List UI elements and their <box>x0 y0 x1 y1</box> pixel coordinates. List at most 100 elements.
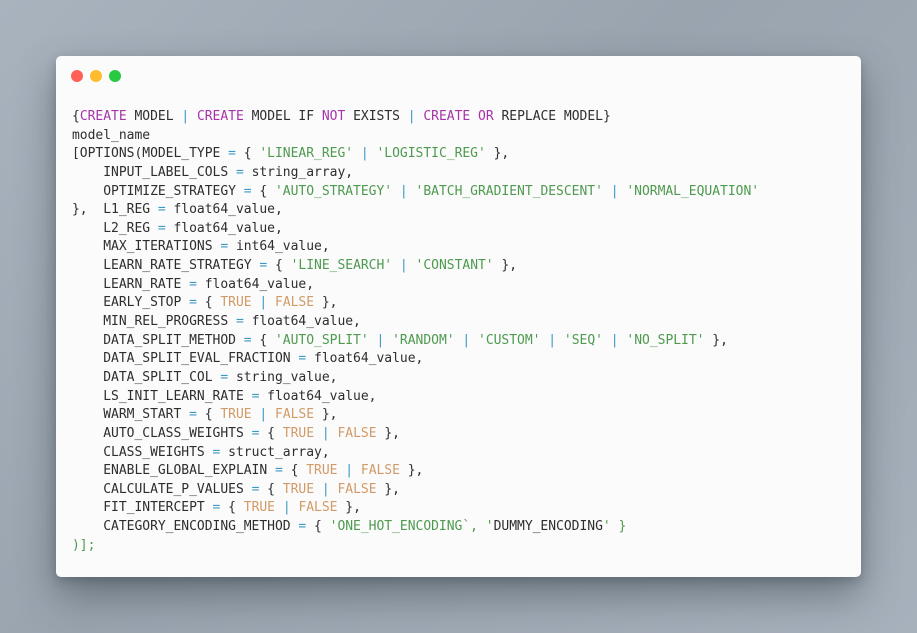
plain-token: CLASS_WEIGHTS <box>72 444 213 460</box>
operator-token: = <box>228 146 236 162</box>
plain-token: CALCULATE_P_VALUES <box>72 481 252 497</box>
code-line: [OPTIONS(MODEL_TYPE = { 'LINEAR_REG' | '… <box>72 145 759 164</box>
boolean-token: TRUE <box>220 295 252 311</box>
operator-token: = <box>220 369 229 385</box>
plain-token: }, <box>314 295 338 311</box>
operator-token: = <box>274 463 283 479</box>
window-controls <box>71 70 121 82</box>
maximize-button[interactable] <box>109 70 121 82</box>
plain-token: REPLACE MODEL} <box>493 109 611 124</box>
plain-token: WARM_START <box>72 407 190 423</box>
plain-token: { <box>282 463 307 479</box>
plain-token: }, <box>493 258 518 274</box>
code-line: ENABLE_GLOBAL_EXPLAIN = { TRUE | FALSE }… <box>72 462 759 481</box>
operator-token: = <box>243 183 252 199</box>
plain-token: float64_value, <box>243 314 361 330</box>
operator-token: | <box>282 500 291 516</box>
operator-token: = <box>243 332 252 348</box>
boolean-token: TRUE <box>243 500 275 516</box>
plain-token: string_value, <box>228 369 338 385</box>
operator-token: = <box>157 220 166 236</box>
plain-token: float64_value, <box>306 351 424 367</box>
code-line: FIT_INTERCEPT = { TRUE | FALSE }, <box>72 499 759 518</box>
code-line: INPUT_LABEL_COLS = string_array, <box>72 164 759 183</box>
plain-token: { <box>220 500 244 516</box>
operator-token: | <box>610 183 619 199</box>
plain-token: struct_array, <box>220 444 330 460</box>
plain-token: float64_value, <box>196 276 315 292</box>
code-line: AUTO_CLASS_WEIGHTS = { TRUE | FALSE }, <box>72 425 759 444</box>
plain-token: string_array, <box>243 164 354 180</box>
string-token: 'CUSTOM' <box>478 332 541 348</box>
string-token: 'BATCH_GRADIENT_DESCENT' <box>415 183 603 199</box>
boolean-token: TRUE <box>282 425 315 441</box>
plain-token: CATEGORY_ENCODING_METHOD <box>72 519 299 535</box>
keyword-token: OR <box>478 109 494 124</box>
string-token: 'RANDOM' <box>392 332 455 348</box>
operator-token: | <box>399 258 408 274</box>
code-line: CLASS_WEIGHTS = struct_array, <box>72 444 759 463</box>
operator-token: | <box>321 481 330 497</box>
string-token: 'AUTO_STRATEGY' <box>274 183 393 199</box>
plain-token: model_name <box>72 127 151 143</box>
plain-token: }, <box>399 463 424 479</box>
string-token: 'LINE_SEARCH' <box>290 258 393 274</box>
plain-token: MODEL IF <box>243 109 322 124</box>
plain-token: AUTO_CLASS_WEIGHTS <box>72 425 252 441</box>
boolean-token: FALSE <box>275 295 315 311</box>
plain-token: }, <box>704 332 728 348</box>
boolean-token: FALSE <box>337 425 377 441</box>
keyword-token: CREATE <box>79 109 127 124</box>
plain-token: { <box>306 519 330 535</box>
string-token: 'NORMAL_EQUATION' <box>626 183 760 199</box>
close-button[interactable] <box>71 70 83 82</box>
boolean-token: FALSE <box>360 463 400 479</box>
operator-token: | <box>345 463 354 479</box>
keyword-token: CREATE <box>196 109 244 124</box>
code-line: model_name <box>72 127 759 146</box>
plain-token: ENABLE_GLOBAL_EXPLAIN <box>72 463 275 479</box>
code-line: LS_INIT_LEARN_RATE = float64_value, <box>72 388 759 407</box>
code-line: MAX_ITERATIONS = int64_value, <box>72 238 759 257</box>
code-line: L2_REG = float64_value, <box>72 220 759 239</box>
code-line: {CREATE MODEL | CREATE MODEL IF NOT EXIS… <box>72 108 759 127</box>
keyword-token: NOT <box>321 109 346 124</box>
plain-token: }, <box>314 407 338 423</box>
plain-token: EXISTS <box>345 109 408 124</box>
operator-token: = <box>189 276 197 292</box>
string-token: ' } <box>602 519 627 535</box>
boolean-token: FALSE <box>298 500 338 516</box>
plain-token: DATA_SPLIT_EVAL_FRACTION <box>72 351 299 367</box>
plain-token: { <box>72 109 80 124</box>
plain-token: { <box>259 481 283 497</box>
plain-token: { <box>267 258 291 274</box>
plain-token: [OPTIONS(MODEL_TYPE <box>72 146 229 162</box>
operator-token: | <box>321 425 330 441</box>
code-line: LEARN_RATE_STRATEGY = { 'LINE_SEARCH' | … <box>72 257 759 276</box>
plain-token: float64_value, <box>165 220 283 236</box>
string-token: 'ONE_HOT_ENCODING`, ' <box>329 519 494 535</box>
plain-token: { <box>251 332 275 348</box>
operator-token: = <box>189 295 197 311</box>
code-window: {CREATE MODEL | CREATE MODEL IF NOT EXIS… <box>56 56 861 577</box>
plain-token: { <box>235 146 260 162</box>
operator-token: | <box>407 109 416 124</box>
plain-token: EARLY_STOP <box>72 295 190 311</box>
plain-token: MAX_ITERATIONS <box>72 239 221 255</box>
minimize-button[interactable] <box>90 70 102 82</box>
plain-token: { <box>196 407 221 423</box>
